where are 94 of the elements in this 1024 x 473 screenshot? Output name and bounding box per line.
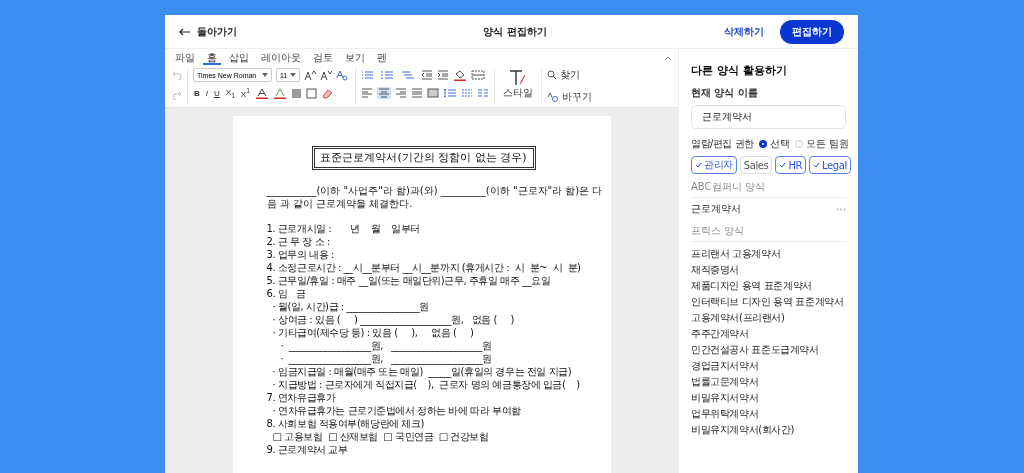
template-item[interactable]: 근로계약서 (691, 202, 741, 216)
ribbon-tab[interactable]: 보기 (341, 51, 369, 65)
delete-link[interactable]: 삭제하기 (724, 24, 764, 39)
role-chip[interactable]: 관리자 (691, 156, 737, 174)
template-item[interactable]: 비밀유지서약서 (691, 390, 846, 406)
section-heading: ABC컴퍼니 양식 (691, 180, 846, 198)
document-line: 8. 사회보험 적용여부(해당란에 체크) (266, 417, 425, 430)
document-line: · 월(일, 시간)급 : ________________원 (271, 300, 430, 313)
borders-icon[interactable] (471, 70, 486, 80)
ribbon-tab[interactable]: 펜 (373, 51, 391, 65)
template-item[interactable]: 경업금지서약서 (691, 358, 846, 374)
document-line: 4. 소정근로시간 : __시__분부터 __시__분까지 (휴게시간 : 시 분~ 시 분) (266, 261, 582, 274)
ribbon-tab[interactable]: 파일 (171, 51, 199, 65)
check-icon (813, 162, 821, 168)
find-button[interactable]: 찾기 (547, 68, 593, 82)
form-name-field[interactable]: 근로계약서 (691, 105, 846, 129)
back-arrow-icon (179, 27, 191, 36)
shrink-font-icon[interactable] (320, 69, 333, 81)
edit-button[interactable]: 편집하기 (780, 19, 844, 44)
dropdown-icon (262, 73, 268, 77)
template-item[interactable]: 인터랙티브 디자인 용역 표준계약서 (691, 294, 846, 310)
justify-icon[interactable] (411, 88, 424, 98)
border-icon[interactable] (305, 87, 317, 99)
format-button[interactable]: I (204, 88, 209, 98)
document-line: 9. 근로계약서 교부 (266, 443, 349, 456)
increase-indent-icon[interactable] (437, 70, 450, 80)
shading-icon[interactable] (290, 87, 302, 99)
sidebar-title: 다른 양식 활용하기 (691, 63, 788, 78)
document-line: · 기타급여(제수당 등) : 있음 ( ), 없음 ( ) (271, 326, 475, 339)
section-heading: 프릭스 양식 (691, 224, 846, 242)
document-line: 3. 업무의 내용 : (266, 248, 335, 261)
document-title: 표준근로계약서(기간의 정함이 없는 경우) (311, 146, 536, 170)
page-title: 양식 편집하기 (482, 24, 548, 39)
check-icon (779, 162, 787, 168)
collapse-icon[interactable] (664, 55, 672, 61)
format-button[interactable]: U (213, 88, 221, 98)
text-style-icon (509, 70, 528, 86)
role-chip[interactable]: Legal (809, 156, 851, 174)
document-line: · 상여금 : 있음 ( ) ____________________원, 없음 ( ) (271, 313, 515, 326)
check-icon (695, 162, 702, 168)
document-line: · 연차유급휴가는 근로기준법에서 정하는 바에 따라 부여함 (271, 404, 522, 417)
columns-icon[interactable] (477, 88, 490, 98)
eraser-icon[interactable] (320, 87, 333, 99)
grow-font-icon[interactable] (304, 69, 317, 81)
format-button[interactable]: X$_{1}$ (224, 87, 236, 99)
ribbon-tab[interactable]: 검토 (309, 51, 337, 65)
dropdown-icon (290, 73, 297, 77)
template-item[interactable]: 비밀유지계약서(회사간) (691, 422, 846, 438)
back-button[interactable]: 돌아가기 (179, 24, 237, 39)
role-chip[interactable]: Sales (739, 156, 773, 174)
template-item[interactable]: 주주간계약서 (691, 326, 846, 342)
document-paragraph: __________(이하 "사업주"라 함)과(와) _________(이하 "근로자"라 함)은 다음 과 같이 근로계약을 체결한다. (266, 184, 603, 210)
font-color-icon[interactable] (254, 87, 269, 99)
document-line: 2. 근 무 장 소 : (266, 235, 331, 248)
document-line: · __________________원, ____________________원 (279, 339, 493, 352)
template-item[interactable]: 민간건설공사 표준도급계약서 (691, 342, 846, 358)
paragraph-spacing-icon[interactable] (461, 88, 474, 98)
radio-option[interactable]: 모든 팀원 (794, 137, 849, 151)
replace-button[interactable]: 바꾸기 (547, 90, 593, 104)
document-line: □ 고용보험 □ 산재보험 □ 국민연금 □ 건강보험 (271, 430, 490, 443)
text-effect-icon[interactable] (336, 69, 351, 81)
field-label: 현재 양식 이름 (691, 86, 759, 100)
document-line: 7. 연차유급휴가 (266, 391, 337, 404)
permission-label: 열람/편집 권한 (691, 137, 754, 151)
format-button[interactable]: X$^{1}$ (239, 87, 251, 99)
decrease-indent-icon[interactable] (421, 70, 434, 80)
template-item[interactable]: 법률고문계약서 (691, 374, 846, 390)
style-button[interactable]: 스타일 (495, 68, 543, 104)
ribbon-tab[interactable]: 삽입 (225, 51, 253, 65)
paint-bucket-icon[interactable] (453, 69, 468, 81)
document-line: 1. 근로개시일 : 년 월 일부터 (266, 222, 421, 235)
template-item[interactable]: 제품디자인 용역 표준계약서 (691, 278, 846, 294)
line-spacing-icon[interactable] (443, 88, 458, 98)
align-left-icon[interactable] (361, 88, 374, 98)
role-chip[interactable]: HR (775, 156, 807, 174)
document-line: 6. 임 금 (266, 287, 307, 300)
document-line: 5. 근무일/휴일 : 매주 __일(또는 매일단위)근무, 주휴일 매주 __요일 (266, 274, 552, 287)
format-button[interactable]: B (193, 88, 201, 98)
search-icon (547, 70, 558, 80)
distribute-icon[interactable] (427, 88, 440, 98)
template-item[interactable]: 프리랜서 고용계약서 (691, 246, 846, 262)
ribbon-tab[interactable]: 레이아웃 (257, 51, 305, 65)
template-item[interactable]: 업무위탁계약서 (691, 406, 846, 422)
document-line: · 임금지급일 : 매월(매주 또는 매일) _____일(휴일의 경우는 전일 지급) (271, 365, 573, 378)
radio-option[interactable]: 선택 (758, 137, 790, 151)
template-item[interactable]: 재직증명서 (691, 262, 846, 278)
align-right-icon[interactable] (395, 88, 408, 98)
highlight-icon[interactable] (272, 87, 287, 99)
align-center-icon[interactable] (377, 87, 392, 99)
document-line: · 지급방법 : 근로자에게 직접지급( ), 근로자 명의 예금통장에 입금( ) (271, 378, 581, 391)
template-item[interactable]: 고용계약서(프리랜서) (691, 310, 846, 326)
document-line: · __________________원, ____________________원 (279, 352, 493, 365)
replace-icon (547, 92, 560, 102)
ribbon-tab[interactable]: 홈 (203, 51, 221, 65)
